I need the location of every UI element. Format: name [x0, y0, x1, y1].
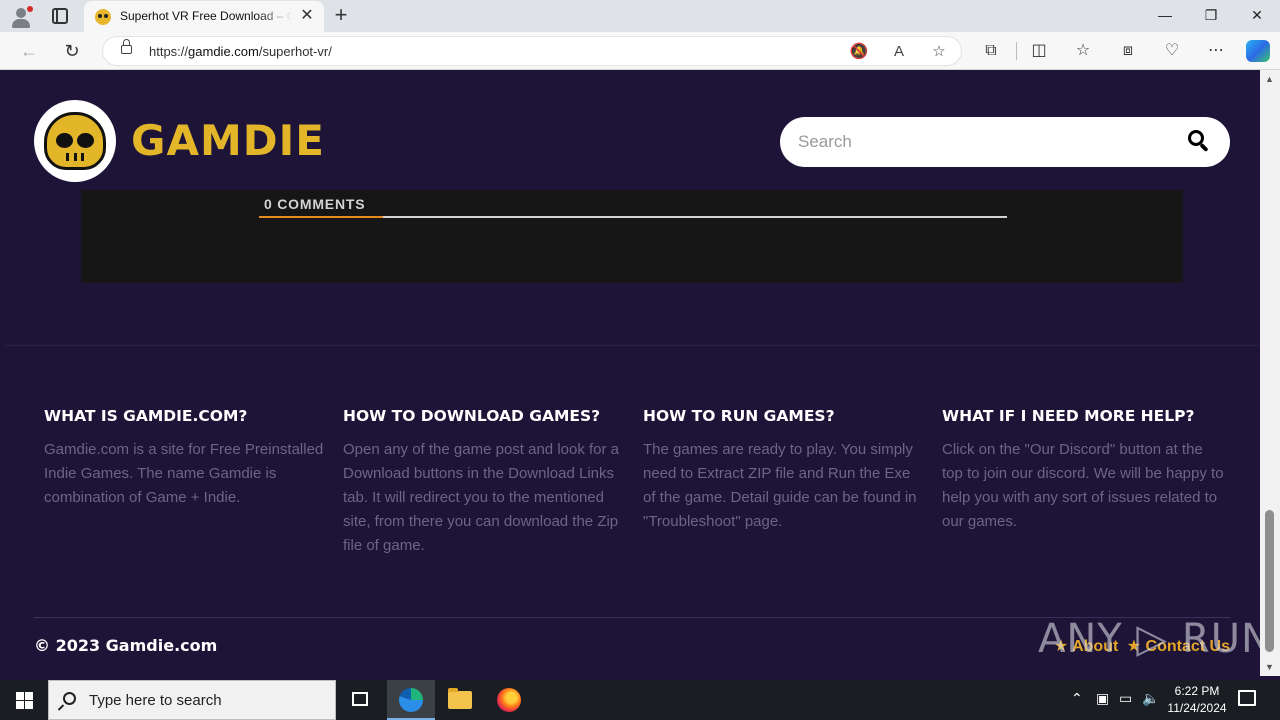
tray-overflow-chevron-icon[interactable]: ⌃: [1071, 690, 1083, 707]
footer-text: Gamdie.com is a site for Free Preinstall…: [44, 441, 324, 506]
back-arrow-icon[interactable]: ←: [18, 40, 40, 62]
browser-essentials-icon[interactable]: ♡: [1160, 40, 1184, 62]
edge-browser-icon: [399, 688, 423, 712]
volume-icon[interactable]: 🔈: [1142, 690, 1159, 707]
scroll-up-arrow-icon[interactable]: ▲: [1265, 74, 1274, 84]
extensions-icon[interactable]: ⧉: [979, 40, 1003, 62]
gamdie-favicon-icon: [95, 9, 111, 25]
tab-title: Superhot VR Free Download – Gamdie: [120, 9, 292, 23]
gamdie-logo-skull-icon[interactable]: [34, 100, 116, 182]
footer-text: Click on the "Our Discord" button at the…: [942, 441, 1224, 530]
browser-tab-bar: Superhot VR Free Download – Gamdie ✕ + —…: [0, 0, 1280, 32]
clock-time: 6:22 PM: [1174, 684, 1220, 698]
taskbar-clock[interactable]: 6:22 PM 11/24/2024: [1160, 683, 1234, 717]
comments-section: 0 COMMENTS: [81, 190, 1183, 283]
footer-top-divider: [4, 345, 1260, 346]
site-search-input[interactable]: [798, 127, 1168, 157]
site-search-box: [780, 117, 1230, 167]
site-logo-text[interactable]: GAMDIE: [131, 116, 325, 166]
page-viewport: GAMDIE 0 COMMENTS WHAT IS GAMDIE.COM? Ga…: [4, 70, 1260, 676]
taskbar-firefox-button[interactable]: [485, 680, 533, 720]
split-screen-icon[interactable]: ◫: [1027, 40, 1051, 62]
footer-text: Open any of the game post and look for a…: [343, 441, 620, 554]
footer-heading: WHAT IS GAMDIE.COM?: [44, 407, 248, 425]
scroll-down-arrow-icon[interactable]: ▼: [1265, 662, 1274, 672]
url-text[interactable]: https://gamdie.com/superhot-vr/: [149, 44, 332, 59]
clock-date: 11/24/2024: [1167, 701, 1227, 715]
notifications-off-icon[interactable]: 🔕: [849, 42, 869, 62]
footer-links: ★ About ★ Contact Us: [1050, 636, 1230, 656]
network-icon[interactable]: ▭: [1119, 690, 1132, 707]
firefox-icon: [497, 688, 521, 712]
footer-column-how-download: HOW TO DOWNLOAD GAMES? Open any of the g…: [343, 406, 625, 558]
windows-taskbar: Type here to search ⌃ ▣ ▭ 🔈 6:22 PM 11/2…: [0, 680, 1280, 720]
url-path: /superhot-vr/: [258, 44, 332, 59]
site-header: GAMDIE: [4, 70, 1260, 190]
footer-column-more-help: WHAT IF I NEED MORE HELP? Click on the "…: [942, 406, 1224, 534]
taskbar-edge-button[interactable]: [387, 680, 435, 720]
window-restore-button[interactable]: ❐: [1196, 4, 1226, 26]
task-view-icon: [352, 692, 368, 706]
browser-toolbar: ← ↻ https://gamdie.com/superhot-vr/ 🔕 A …: [0, 32, 1280, 70]
window-close-button[interactable]: ✕: [1242, 4, 1272, 26]
search-icon[interactable]: [1188, 130, 1212, 154]
taskbar-search-box[interactable]: Type here to search: [48, 680, 336, 720]
favorites-icon[interactable]: ☆: [1071, 40, 1095, 62]
task-view-button[interactable]: [336, 680, 384, 720]
footer-column-how-run: HOW TO RUN GAMES? The games are ready to…: [643, 406, 925, 534]
taskbar-search-placeholder: Type here to search: [89, 692, 222, 709]
comments-title: 0 COMMENTS: [264, 196, 366, 212]
comments-divider-accent: [259, 216, 383, 218]
url-host: gamdie.com: [188, 44, 259, 59]
footer-heading: HOW TO DOWNLOAD GAMES?: [343, 407, 601, 425]
copilot-icon[interactable]: [1246, 40, 1270, 62]
more-menu-icon[interactable]: ⋯: [1204, 40, 1228, 62]
profile-icon[interactable]: [10, 6, 33, 28]
url-scheme: https://: [149, 44, 189, 59]
footer-bottom-divider: [34, 617, 1230, 618]
read-aloud-icon[interactable]: A: [889, 42, 909, 62]
footer-column-what-is: WHAT IS GAMDIE.COM? Gamdie.com is a site…: [44, 406, 326, 510]
window-minimize-button[interactable]: —: [1150, 4, 1180, 26]
file-explorer-icon: [448, 688, 472, 709]
refresh-icon[interactable]: ↻: [61, 40, 83, 62]
footer-link-about[interactable]: ★ About: [1054, 638, 1118, 655]
scrollbar-thumb[interactable]: [1265, 510, 1274, 652]
lock-icon[interactable]: [121, 39, 132, 54]
toolbar-divider: [1016, 42, 1017, 60]
favorite-star-icon[interactable]: ☆: [929, 42, 949, 62]
footer-heading: WHAT IF I NEED MORE HELP?: [942, 407, 1195, 425]
footer-link-contact[interactable]: ★ Contact Us: [1127, 638, 1230, 655]
tray-meet-icon[interactable]: ▣: [1096, 690, 1109, 707]
address-bar[interactable]: https://gamdie.com/superhot-vr/ 🔕 A ☆: [102, 36, 962, 66]
browser-tab-active[interactable]: Superhot VR Free Download – Gamdie ✕: [84, 1, 324, 32]
new-tab-button[interactable]: +: [330, 4, 352, 26]
tab-close-icon[interactable]: ✕: [298, 7, 316, 25]
taskbar-explorer-button[interactable]: [436, 680, 484, 720]
windows-start-icon[interactable]: [0, 680, 48, 720]
footer-heading: HOW TO RUN GAMES?: [643, 407, 835, 425]
taskbar-search-icon: [63, 692, 76, 705]
tab-actions-icon[interactable]: [52, 8, 68, 24]
notification-center-icon[interactable]: [1238, 690, 1256, 706]
copyright-text: © 2023 Gamdie.com: [34, 636, 218, 655]
page-scrollbar[interactable]: ▲ ▼: [1260, 70, 1280, 676]
collections-icon[interactable]: ⧈: [1116, 40, 1140, 62]
footer-text: The games are ready to play. You simply …: [643, 441, 917, 530]
